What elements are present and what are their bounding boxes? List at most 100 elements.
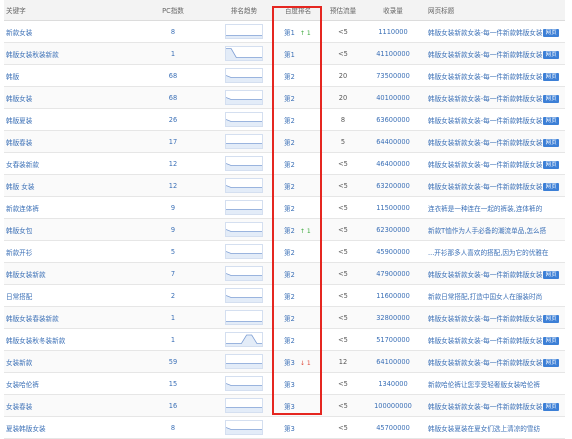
rank-trend-sparkline[interactable] — [225, 68, 263, 83]
indexed-count-link[interactable]: 11500000 — [362, 196, 424, 219]
indexed-count-link[interactable]: 62300000 — [362, 218, 424, 241]
page-badge[interactable]: 网页 — [543, 160, 559, 169]
page-title-link[interactable]: 韩版女装新款女装-每一件新款韩版女装 — [428, 271, 542, 279]
keyword-link[interactable]: 韩版女装秋冬装新款 — [4, 328, 130, 351]
keyword-link[interactable]: 女装春装 — [4, 394, 130, 417]
indexed-count-link[interactable]: 64100000 — [362, 350, 424, 373]
rank-trend-sparkline[interactable] — [225, 376, 263, 391]
page-badge[interactable]: 网页 — [543, 94, 559, 103]
col-header-indexed[interactable]: 收录量 — [362, 0, 424, 21]
page-title-link[interactable]: 新款T恤作为人手必备的潮流单品,怎么搭 — [428, 227, 546, 235]
page-title-link[interactable]: 韩版女装新款女装-每一件新款韩版女装 — [428, 315, 542, 323]
page-title-link[interactable]: 韩版女装新款女装-每一件新款韩版女装 — [428, 51, 542, 59]
indexed-count-link[interactable]: 41100000 — [362, 42, 424, 65]
page-badge[interactable]: 网页 — [543, 358, 559, 367]
page-title-link[interactable]: ...开衫那多人喜欢的搭配,因为它的优雅在 — [428, 249, 548, 257]
page-title-link[interactable]: 韩版女装新款女装-每一件新款韩版女装 — [428, 139, 542, 147]
indexed-count-link[interactable]: 46400000 — [362, 152, 424, 175]
indexed-count-link[interactable]: 47900000 — [362, 262, 424, 285]
rank-trend-sparkline[interactable] — [225, 200, 263, 215]
indexed-count-link[interactable]: 64400000 — [362, 130, 424, 153]
keyword-link[interactable]: 新款开衫 — [4, 240, 130, 263]
keyword-link[interactable]: 韩版女装秋装新款 — [4, 42, 130, 65]
indexed-count-link[interactable]: 63200000 — [362, 174, 424, 197]
page-title-link[interactable]: 连衣裤是一种连在一起的裤装,连体裤的 — [428, 205, 542, 213]
indexed-count-link[interactable]: 45900000 — [362, 240, 424, 263]
col-header-baidu-rank[interactable]: 百度排名 — [272, 0, 324, 21]
indexed-count-link[interactable]: 100000000 — [362, 394, 424, 417]
keyword-link[interactable]: 韩版春装 — [4, 130, 130, 153]
page-title-link[interactable]: 韩版女装新款女装-每一件新款韩版女装 — [428, 403, 542, 411]
col-header-keyword[interactable]: 关键字 — [4, 0, 130, 21]
rank-trend-sparkline[interactable] — [225, 134, 263, 149]
col-header-pc-index[interactable]: PC指数 — [130, 0, 216, 21]
page-title-link[interactable]: 韩版女装新款女装-每一件新款韩版女装 — [428, 183, 542, 191]
rank-trend-sparkline[interactable] — [225, 156, 263, 171]
indexed-count-link[interactable]: 32800000 — [362, 306, 424, 329]
rank-trend-sparkline[interactable] — [225, 90, 263, 105]
page-title-link[interactable]: 韩版女装夏装在夏女们选上清凉的雪纺 — [428, 425, 540, 433]
keyword-link[interactable]: 女装新款 — [4, 350, 130, 373]
indexed-count-link[interactable]: 1110000 — [362, 20, 424, 43]
rank-trend-sparkline[interactable] — [225, 354, 263, 369]
rank-trend-sparkline[interactable] — [225, 24, 263, 39]
page-title-link[interactable]: 新款日常搭配,打造中国女人在服装时尚 — [428, 293, 542, 301]
page-badge[interactable]: 网页 — [543, 72, 559, 81]
keyword-link[interactable]: 日常搭配 — [4, 284, 130, 307]
rank-trend-sparkline[interactable] — [225, 332, 263, 347]
indexed-count-link[interactable]: 51700000 — [362, 328, 424, 351]
page-badge[interactable]: 网页 — [543, 138, 559, 147]
keyword-link[interactable]: 韩版女装 — [4, 86, 130, 109]
rank-trend-sparkline[interactable] — [225, 310, 263, 325]
page-title-link[interactable]: 韩版女装新款女装-每一件新款韩版女装 — [428, 73, 542, 81]
page-badge[interactable]: 网页 — [543, 270, 559, 279]
page-badge[interactable]: 网页 — [543, 50, 559, 59]
rank-trend-sparkline[interactable] — [225, 222, 263, 237]
rank-trend-sparkline[interactable] — [225, 178, 263, 193]
keyword-link[interactable]: 女春装新款 — [4, 152, 130, 175]
page-badge[interactable]: 网页 — [543, 402, 559, 411]
baidu-rank-value: 第2 — [284, 248, 295, 257]
estimated-traffic-value: <5 — [324, 42, 362, 65]
rank-trend-sparkline[interactable] — [225, 288, 263, 303]
rank-trend-sparkline[interactable] — [225, 46, 263, 61]
keyword-link[interactable]: 韩版女包 — [4, 218, 130, 241]
keyword-link[interactable]: 韩版夏装 — [4, 108, 130, 131]
page-badge[interactable]: 网页 — [543, 28, 559, 37]
rank-trend-sparkline[interactable] — [225, 398, 263, 413]
page-badge[interactable]: 网页 — [543, 314, 559, 323]
keyword-link[interactable]: 韩版 — [4, 64, 130, 87]
indexed-count-link[interactable]: 40100000 — [362, 86, 424, 109]
page-title-link[interactable]: 韩版女装新款女装-每一件新款韩版女装 — [428, 337, 542, 345]
page-badge[interactable]: 网页 — [543, 182, 559, 191]
col-header-trend[interactable]: 排名趋势 — [216, 0, 272, 21]
keyword-link[interactable]: 韩版 女装 — [4, 174, 130, 197]
page-title-link[interactable]: 韩版女装新款女装-每一件新款韩版女装 — [428, 161, 542, 169]
col-header-traffic[interactable]: 预估流量 — [324, 0, 362, 21]
keyword-link[interactable]: 女装哈伦裤 — [4, 372, 130, 395]
rank-trend-cell — [216, 42, 272, 65]
page-title-link[interactable]: 韩版女装新款女装-每一件新款韩版女装 — [428, 359, 542, 367]
col-header-page-title[interactable]: 网页标题 — [424, 0, 565, 21]
page-badge[interactable]: 网页 — [543, 336, 559, 345]
rank-trend-sparkline[interactable] — [225, 420, 263, 435]
indexed-count-link[interactable]: 45700000 — [362, 416, 424, 439]
indexed-count-link[interactable]: 63600000 — [362, 108, 424, 131]
rank-trend-sparkline[interactable] — [225, 244, 263, 259]
keyword-link[interactable]: 新款连体裤 — [4, 196, 130, 219]
page-title-link[interactable]: 韩版女装新款女装-每一件新款韩版女装 — [428, 29, 542, 37]
keyword-link[interactable]: 夏装韩版女装 — [4, 416, 130, 439]
indexed-count-link[interactable]: 73500000 — [362, 64, 424, 87]
page-badge[interactable]: 网页 — [543, 116, 559, 125]
rank-trend-sparkline[interactable] — [225, 266, 263, 281]
indexed-count-link[interactable]: 11600000 — [362, 284, 424, 307]
page-title-link[interactable]: 新款哈伦裤让您享受轻奢版女装哈伦裤 — [428, 381, 540, 389]
keyword-link[interactable]: 新款女装 — [4, 20, 130, 43]
indexed-count-link[interactable]: 1340000 — [362, 372, 424, 395]
keyword-link[interactable]: 韩版女装春装新款 — [4, 306, 130, 329]
page-title-link[interactable]: 韩版女装新款女装-每一件新款韩版女装 — [428, 117, 542, 125]
rank-trend-sparkline[interactable] — [225, 112, 263, 127]
page-title-cell: 新款日常搭配,打造中国女人在服装时尚 — [424, 284, 565, 307]
page-title-link[interactable]: 韩版女装新款女装-每一件新款韩版女装 — [428, 95, 542, 103]
keyword-link[interactable]: 韩版女装新款 — [4, 262, 130, 285]
